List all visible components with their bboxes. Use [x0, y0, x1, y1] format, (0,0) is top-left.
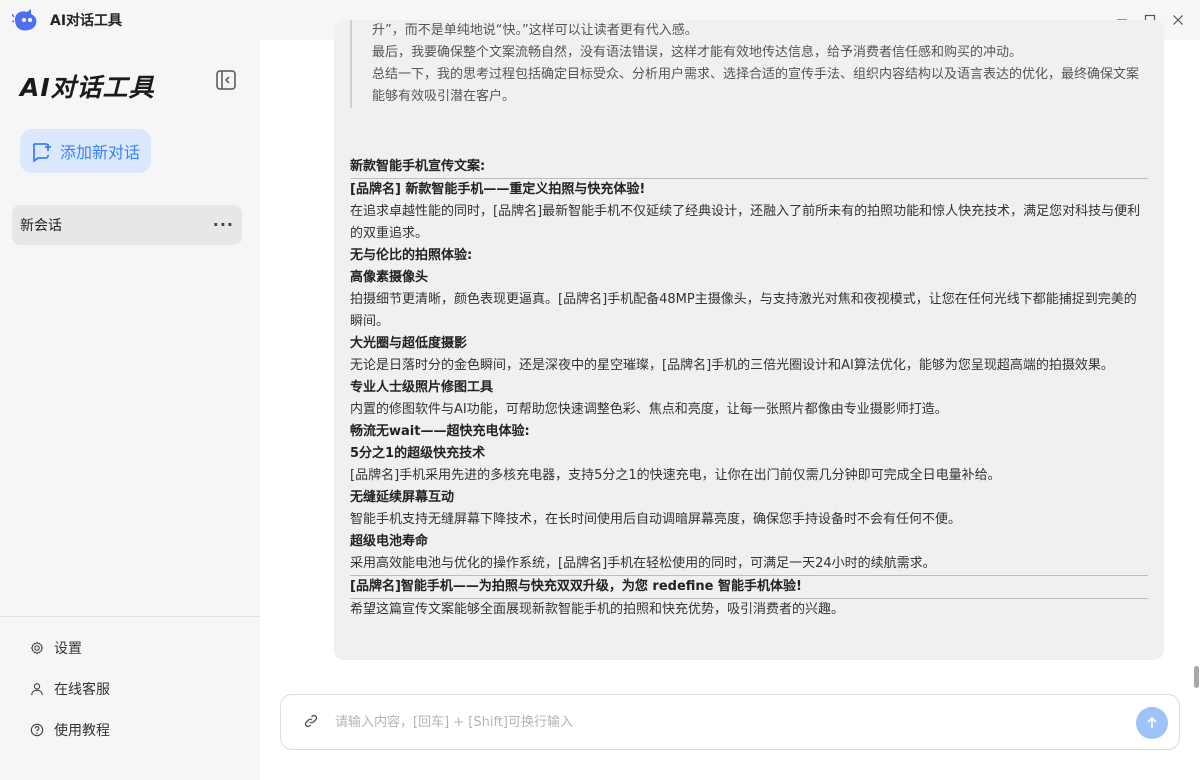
thinking-line: 升”，而不是单纯地说“快。”这样可以让读者更有代入感。: [372, 23, 698, 38]
feature-heading: 无缝延续屏幕互动: [350, 490, 455, 505]
thinking-line: 总结一下，我的思考过程包括确定目标受众、分析用户需求、选择合适的宣传手法、组织内…: [372, 67, 1140, 104]
answer-paragraph: 在追求卓越性能的同时，[品牌名]最新智能手机不仅延续了经典设计，还融入了前所未有…: [350, 204, 1141, 241]
feature-heading: 5分之1的超级快充技术: [350, 446, 486, 461]
answer-slogan: [品牌名]智能手机——为拍照与快充双双升级，为您 redefine 智能手机体验…: [350, 575, 1148, 599]
close-icon: [1173, 15, 1183, 25]
feature-heading: 超级电池寿命: [350, 534, 429, 549]
help-icon: [30, 723, 44, 737]
answer-block: 新款智能手机宣传文案: [品牌名] 新款智能手机——重定义拍照与快充体验! 在追…: [350, 156, 1148, 621]
tutorial-label: 使用教程: [54, 723, 110, 739]
sidebar-link-settings[interactable]: 设置: [30, 638, 82, 658]
new-chat-icon: [32, 143, 51, 162]
assistant-message: 升”，而不是单纯地说“快。”这样可以让读者更有代入感。 最后，我要确保整个文案流…: [334, 20, 1164, 660]
window-title: AI对话工具: [50, 13, 123, 29]
more-options-icon[interactable]: ···: [213, 215, 234, 234]
collapse-sidebar-icon[interactable]: [214, 68, 238, 92]
settings-label: 设置: [54, 641, 82, 657]
thinking-block: 升”，而不是单纯地说“快。”这样可以让读者更有代入感。 最后，我要确保整个文案流…: [350, 20, 1140, 108]
add-new-chat-button[interactable]: 添加新对话: [20, 129, 151, 173]
session-item[interactable]: 新会话 ···: [12, 205, 242, 245]
message-input[interactable]: [335, 711, 1095, 733]
feature-heading: 专业人士级照片修图工具: [350, 380, 494, 395]
answer-closing: 希望这篇宣传文案能够全面展现新款智能手机的拍照和快充优势，吸引消费者的兴趣。: [350, 602, 845, 617]
feature-heading: 大光圈与超低度摄影: [350, 336, 468, 351]
sidebar-link-tutorial[interactable]: 使用教程: [30, 720, 110, 740]
answer-paragraph: 内置的修图软件与AI功能，可帮助您快速调整色彩、焦点和亮度，让每一张照片都像由专…: [350, 402, 948, 417]
add-new-chat-label: 添加新对话: [60, 143, 141, 162]
attach-link-icon[interactable]: [303, 713, 319, 729]
message-composer: [280, 694, 1180, 750]
answer-heading: 新款智能手机宣传文案:: [350, 156, 1148, 179]
chat-main: 升”，而不是单纯地说“快。”这样可以让读者更有代入感。 最后，我要确保整个文案流…: [260, 20, 1200, 780]
section-heading: 无与伦比的拍照体验:: [350, 248, 473, 263]
sidebar-divider: [0, 616, 260, 617]
answer-title: [品牌名] 新款智能手机——重定义拍照与快充体验!: [350, 182, 646, 197]
app-logo-icon: [12, 9, 37, 31]
answer-paragraph: [品牌名]手机采用先进的多核充电器，支持5分之1的快速充电，让你在出门前仅需几分…: [350, 468, 1001, 483]
answer-paragraph: 拍摄细节更清晰，颜色表现更逼真。[品牌名]手机配备48MP主摄像头，与支持激光对…: [350, 292, 1137, 329]
send-button[interactable]: [1136, 707, 1168, 739]
user-icon: [31, 683, 43, 696]
brand-title: AI对话工具: [20, 73, 155, 102]
arrow-up-icon: [1147, 716, 1157, 728]
gear-icon: [30, 641, 44, 655]
scrollbar-thumb[interactable]: [1194, 666, 1199, 688]
thinking-line: 最后，我要确保整个文案流畅自然，没有语法错误，这样才能有效地传达信息，给予消费者…: [372, 45, 1023, 60]
answer-paragraph: 智能手机支持无缝屏幕下降技术，在长时间使用后自动调暗屏幕亮度，确保您手持设备时不…: [350, 512, 962, 527]
session-label: 新会话: [20, 218, 62, 234]
sidebar: AI对话工具 添加新对话 新会话 ··· 设置 在线客服 使用教程: [0, 40, 260, 780]
section-heading: 畅流无wait——超快充电体验:: [350, 424, 530, 439]
answer-paragraph: 无论是日落时分的金色瞬间，还是深夜中的星空璀璨，[品牌名]手机的三倍光圈设计和A…: [350, 358, 1114, 373]
answer-paragraph: 采用高效能电池与优化的操作系统，[品牌名]手机在轻松使用的同时，可满足一天24小…: [350, 556, 936, 571]
support-label: 在线客服: [54, 682, 110, 698]
sidebar-link-support[interactable]: 在线客服: [30, 679, 110, 699]
feature-heading: 高像素摄像头: [350, 270, 429, 285]
close-button[interactable]: [1164, 8, 1192, 32]
